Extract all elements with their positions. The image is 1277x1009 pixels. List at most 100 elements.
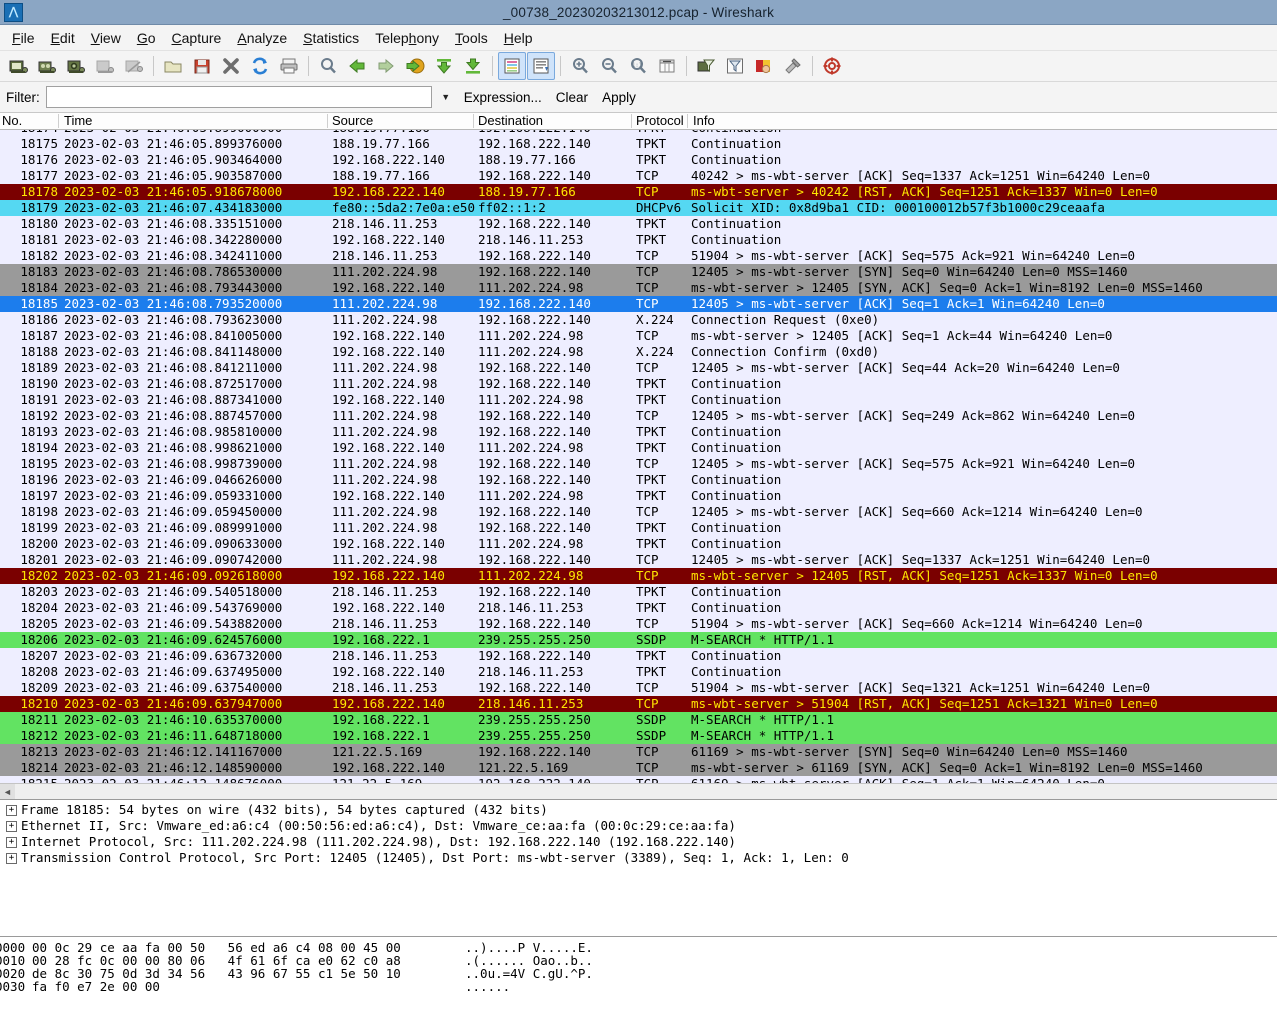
expander-icon[interactable]: +	[6, 804, 17, 816]
start-capture-icon[interactable]	[62, 52, 90, 80]
go-to-packet-icon[interactable]	[401, 52, 429, 80]
detail-row-frame[interactable]: + Frame 18185: 54 bytes on wire (432 bit…	[0, 802, 1277, 818]
expander-icon[interactable]: +	[6, 852, 17, 864]
packet-row[interactable]: 18197 2023-02-03 21:46:09.059331000 192.16…	[0, 488, 1277, 504]
clear-button[interactable]: Clear	[552, 89, 592, 106]
chevron-down-icon[interactable]: ▼	[438, 88, 454, 106]
packet-row[interactable]: 18203 2023-02-03 21:46:09.540518000 218.14…	[0, 584, 1277, 600]
capture-options-icon[interactable]	[33, 52, 61, 80]
open-file-icon[interactable]	[159, 52, 187, 80]
display-filters-icon[interactable]	[721, 52, 749, 80]
restart-capture-icon[interactable]	[120, 52, 148, 80]
packet-row[interactable]: 18205 2023-02-03 21:46:09.543882000 218.14…	[0, 616, 1277, 632]
packet-row[interactable]: 18199 2023-02-03 21:46:09.089991000 111.20…	[0, 520, 1277, 536]
find-packet-icon[interactable]	[314, 52, 342, 80]
resize-columns-icon[interactable]	[653, 52, 681, 80]
hex-row[interactable]: 0020de 8c 30 75 0d 3d 34 56 43 96 67 55 …	[0, 967, 1277, 980]
packet-row[interactable]: 18191 2023-02-03 21:46:08.887341000 192.16…	[0, 392, 1277, 408]
packet-row[interactable]: 18187 2023-02-03 21:46:08.841005000 192.16…	[0, 328, 1277, 344]
expression-button[interactable]: Expression...	[460, 89, 546, 106]
column-header-info[interactable]: Info	[693, 113, 715, 129]
packet-list-hscrollbar[interactable]: ◄	[0, 783, 1277, 799]
packet-row[interactable]: 18195 2023-02-03 21:46:08.998739000 111.20…	[0, 456, 1277, 472]
column-header-destination[interactable]: Destination	[478, 113, 543, 129]
packet-row[interactable]: 18208 2023-02-03 21:46:09.637495000 192.16…	[0, 664, 1277, 680]
zoom-reset-icon[interactable]: 1:1	[624, 52, 652, 80]
packet-row[interactable]: 18183 2023-02-03 21:46:08.786530000 111.20…	[0, 264, 1277, 280]
zoom-in-icon[interactable]	[566, 52, 594, 80]
packet-row[interactable]: 18207 2023-02-03 21:46:09.636732000 218.14…	[0, 648, 1277, 664]
packet-row[interactable]: 18186 2023-02-03 21:46:08.793623000 111.20…	[0, 312, 1277, 328]
close-file-icon[interactable]	[217, 52, 245, 80]
packet-row[interactable]: 18209 2023-02-03 21:46:09.637540000 218.14…	[0, 680, 1277, 696]
packet-row[interactable]: 18189 2023-02-03 21:46:08.841211000 111.20…	[0, 360, 1277, 376]
packet-row[interactable]: 18180 2023-02-03 21:46:08.335151000 218.14…	[0, 216, 1277, 232]
menu-go[interactable]: Go	[129, 28, 164, 48]
capture-filters-icon[interactable]	[692, 52, 720, 80]
packet-row[interactable]: 18193 2023-02-03 21:46:08.985810000 111.20…	[0, 424, 1277, 440]
packet-row[interactable]: 18204 2023-02-03 21:46:09.543769000 192.16…	[0, 600, 1277, 616]
list-interfaces-icon[interactable]	[4, 52, 32, 80]
packet-row[interactable]: 18182 2023-02-03 21:46:08.342411000 218.14…	[0, 248, 1277, 264]
packet-list[interactable]: No. Time Source Destination Protocol Inf…	[0, 113, 1277, 783]
detail-row-ethernet[interactable]: + Ethernet II, Src: Vmware_ed:a6:c4 (00:…	[0, 818, 1277, 834]
zoom-out-icon[interactable]	[595, 52, 623, 80]
packet-row[interactable]: 18198 2023-02-03 21:46:09.059450000 111.20…	[0, 504, 1277, 520]
menu-view[interactable]: View	[83, 28, 129, 48]
apply-button[interactable]: Apply	[598, 89, 640, 106]
go-back-icon[interactable]	[343, 52, 371, 80]
packet-row[interactable]: 18211 2023-02-03 21:46:10.635370000 192.16…	[0, 712, 1277, 728]
menu-tools[interactable]: Tools	[447, 28, 496, 48]
packet-row[interactable]: 18212 2023-02-03 21:46:11.648718000 192.16…	[0, 728, 1277, 744]
auto-scroll-icon[interactable]	[527, 52, 555, 80]
column-header-time[interactable]: Time	[64, 113, 92, 129]
packet-row[interactable]: 18188 2023-02-03 21:46:08.841148000 192.16…	[0, 344, 1277, 360]
packet-row[interactable]: 18214 2023-02-03 21:46:12.148590000 192.16…	[0, 760, 1277, 776]
preferences-icon[interactable]	[779, 52, 807, 80]
expander-icon[interactable]: +	[6, 820, 17, 832]
filter-input[interactable]	[45, 86, 432, 108]
packet-row[interactable]: 18215 2023-02-03 21:46:12.148676000 121.22…	[0, 776, 1277, 783]
packet-row[interactable]: 18201 2023-02-03 21:46:09.090742000 111.20…	[0, 552, 1277, 568]
hscroll-track[interactable]	[15, 784, 1277, 799]
packet-row[interactable]: 18194 2023-02-03 21:46:08.998621000 192.16…	[0, 440, 1277, 456]
go-last-packet-icon[interactable]	[459, 52, 487, 80]
colorize-icon[interactable]	[498, 52, 526, 80]
packet-row[interactable]: 18184 2023-02-03 21:46:08.793443000 192.16…	[0, 280, 1277, 296]
stop-capture-icon[interactable]	[91, 52, 119, 80]
reload-file-icon[interactable]	[246, 52, 274, 80]
detail-row-tcp[interactable]: + Transmission Control Protocol, Src Por…	[0, 850, 1277, 866]
menu-file[interactable]: File	[4, 28, 43, 48]
packet-row[interactable]: 18175 2023-02-03 21:46:05.899376000 188.19…	[0, 136, 1277, 152]
menu-capture[interactable]: Capture	[164, 28, 230, 48]
column-header-no[interactable]: No.	[2, 113, 22, 129]
packet-row[interactable]: 18190 2023-02-03 21:46:08.872517000 111.20…	[0, 376, 1277, 392]
packet-row[interactable]: 18179 2023-02-03 21:46:07.434183000 fe80::…	[0, 200, 1277, 216]
packet-details-pane[interactable]: + Frame 18185: 54 bytes on wire (432 bit…	[0, 799, 1277, 874]
packet-row[interactable]: 18202 2023-02-03 21:46:09.092618000 192.16…	[0, 568, 1277, 584]
save-file-icon[interactable]	[188, 52, 216, 80]
go-first-packet-icon[interactable]	[430, 52, 458, 80]
hex-row[interactable]: 0030 fa f0 e7 2e 00 00......	[0, 980, 1277, 993]
column-header-source[interactable]: Source	[332, 113, 373, 129]
menu-edit[interactable]: Edit	[43, 28, 83, 48]
column-header-protocol[interactable]: Protocol	[636, 113, 684, 129]
go-forward-icon[interactable]	[372, 52, 400, 80]
packet-row[interactable]: 18181 2023-02-03 21:46:08.342280000 192.16…	[0, 232, 1277, 248]
packet-row[interactable]: 18192 2023-02-03 21:46:08.887457000 111.20…	[0, 408, 1277, 424]
menu-help[interactable]: Help	[496, 28, 541, 48]
menu-statistics[interactable]: Statistics	[295, 28, 367, 48]
chevron-left-icon[interactable]: ◄	[0, 784, 15, 799]
packet-row[interactable]: 18210 2023-02-03 21:46:09.637947000 192.16…	[0, 696, 1277, 712]
packet-row[interactable]: 18196 2023-02-03 21:46:09.046626000 111.20…	[0, 472, 1277, 488]
menu-telephony[interactable]: Telephony	[367, 28, 447, 48]
packet-row[interactable]: 18213 2023-02-03 21:46:12.141167000 121.22…	[0, 744, 1277, 760]
packet-row[interactable]: 18200 2023-02-03 21:46:09.090633000 192.16…	[0, 536, 1277, 552]
print-icon[interactable]	[275, 52, 303, 80]
expander-icon[interactable]: +	[6, 836, 17, 848]
packet-bytes-pane[interactable]: 000000 0c 29 ce aa fa 00 50 56 ed a6 c4 …	[0, 936, 1277, 993]
packet-row[interactable]: 18185 2023-02-03 21:46:08.793520000 111.20…	[0, 296, 1277, 312]
packet-row[interactable]: 18178 2023-02-03 21:46:05.918678000 192.16…	[0, 184, 1277, 200]
packet-row[interactable]: 18177 2023-02-03 21:46:05.903587000 188.19…	[0, 168, 1277, 184]
help-contents-icon[interactable]	[818, 52, 846, 80]
